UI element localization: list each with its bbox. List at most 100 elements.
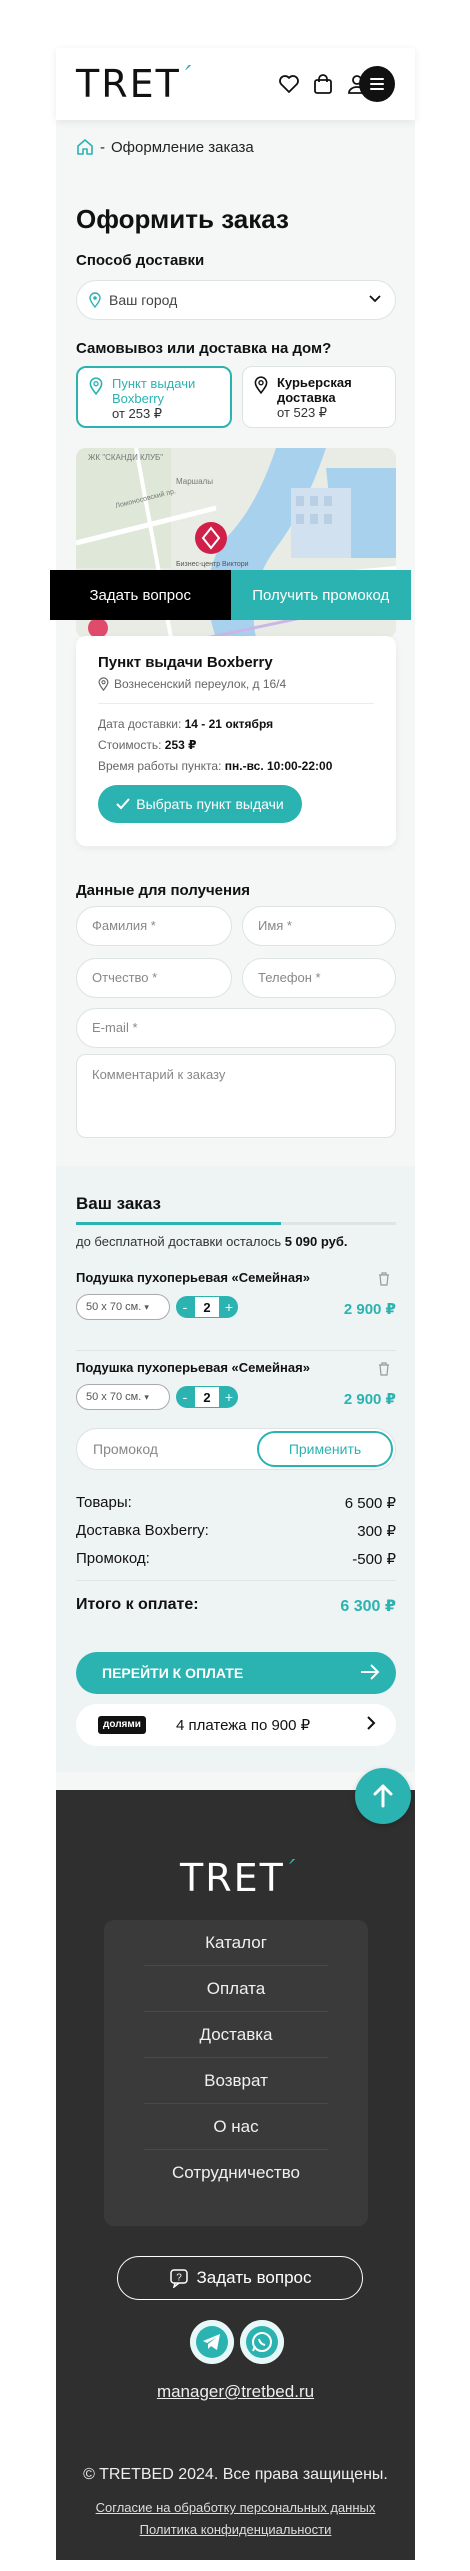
quantity-value[interactable]: 2 — [194, 1386, 220, 1408]
split-payment-option[interactable]: долями 4 платежа по 900 ₽ — [76, 1704, 396, 1746]
arrow-right-icon — [361, 1664, 380, 1680]
bag-icon[interactable] — [311, 72, 335, 96]
delivery-question: Самовывоз или доставка на дом? — [76, 340, 332, 357]
first-name-field[interactable]: Имя * — [242, 906, 396, 946]
chevron-right-icon — [367, 1716, 376, 1730]
menu-button[interactable] — [359, 66, 395, 102]
order-item: Подушка пухоперьевая «Семейная» 50 х 70 … — [76, 1270, 396, 1320]
option-price: от 253 ₽ — [112, 406, 163, 421]
location-pin-icon — [89, 377, 103, 395]
ask-question-button[interactable]: Задать вопрос — [50, 570, 231, 620]
chevron-down-icon — [369, 295, 381, 303]
promo-placeholder: Промокод — [93, 1441, 158, 1457]
logo[interactable]: TRET ′ — [76, 61, 195, 106]
increase-button[interactable]: + — [220, 1386, 238, 1408]
item-price: 2 900 ₽ — [343, 1301, 396, 1318]
footer-nav-returns[interactable]: Возврат — [144, 2058, 328, 2104]
order-title: Ваш заказ — [76, 1194, 161, 1213]
footer-nav-catalog[interactable]: Каталог — [144, 1920, 328, 1966]
home-icon[interactable] — [76, 138, 94, 156]
option-title: Пункт выдачи Boxberry — [112, 376, 196, 406]
get-promo-button[interactable]: Получить промокод — [230, 570, 411, 620]
page-title: Оформить заказ — [76, 204, 289, 234]
footer-nav-payment[interactable]: Оплата — [144, 1966, 328, 2012]
promo-code-field[interactable]: Промокод Применить — [76, 1428, 396, 1470]
question-icon: ? — [169, 2269, 188, 2288]
city-placeholder: Ваш город — [109, 292, 178, 308]
free-shipping-note: до бесплатной доставки осталось 5 090 ру… — [76, 1234, 348, 1249]
footer-nav-delivery[interactable]: Доставка — [144, 2012, 328, 2058]
telegram-icon[interactable] — [190, 2320, 234, 2364]
footer-nav: Каталог Оплата Доставка Возврат О нас Со… — [104, 1920, 368, 2226]
site-footer: TRET ′ Каталог Оплата Доставка Возврат О … — [56, 1790, 415, 2560]
recipient-title: Данные для получения — [76, 882, 251, 899]
consent-link[interactable]: Согласие на обработку персональных данны… — [56, 2500, 415, 2515]
copyright: © TRETBED 2024. Все права защищены. — [83, 2466, 388, 2483]
quantity-stepper[interactable]: - 2 + — [176, 1296, 238, 1318]
split-badge: долями — [98, 1716, 146, 1734]
phone-field[interactable]: Телефон * — [242, 958, 396, 998]
footer-ask-button[interactable]: ? Задать вопрос — [117, 2256, 363, 2300]
delivery-row: Доставка Boxberry: 300 ₽ — [76, 1522, 396, 1540]
site-header: TRET ′ — [56, 48, 415, 120]
option-title: Курьерская доставка — [277, 375, 352, 405]
select-pickup-button[interactable]: Выбрать пункт выдачи — [98, 785, 302, 823]
check-icon — [116, 798, 131, 810]
location-pin-icon — [254, 376, 268, 394]
pickup-cost: Стоимость: 253 ₽ — [98, 738, 197, 752]
decrease-button[interactable]: - — [176, 1296, 194, 1318]
breadcrumb-current: Оформление заказа — [111, 138, 254, 156]
map-label: ЖК "СКАНДИ КЛУБ" — [88, 453, 163, 462]
order-summary: Ваш заказ до бесплатной доставки осталос… — [56, 1166, 415, 1772]
increase-button[interactable]: + — [220, 1296, 238, 1318]
split-text: 4 платежа по 900 ₽ — [176, 1717, 311, 1734]
whatsapp-icon[interactable] — [240, 2320, 284, 2364]
location-pin-icon — [98, 677, 109, 691]
footer-nav-about[interactable]: О нас — [144, 2104, 328, 2150]
map-marker-icon[interactable] — [195, 522, 227, 554]
pickup-address: Вознесенский переулок, д 16/4 — [98, 677, 374, 691]
privacy-link[interactable]: Политика конфиденциальности — [56, 2522, 415, 2537]
svg-text:?: ? — [176, 2273, 182, 2284]
footer-nav-partnership[interactable]: Сотрудничество — [144, 2150, 328, 2196]
comment-field[interactable]: Комментарий к заказу — [76, 1054, 396, 1138]
size-select[interactable]: 50 х 70 см. ▾ — [76, 1384, 170, 1410]
pickup-date: Дата доставки: 14 - 21 октября — [98, 717, 274, 731]
item-price: 2 900 ₽ — [343, 1391, 396, 1408]
middle-name-field[interactable]: Отчество * — [76, 958, 232, 998]
pickup-hours: Время работы пункта: пн.-вс. 10:00-22:00 — [98, 759, 333, 773]
floating-action-bar: Задать вопрос Получить промокод — [50, 570, 411, 620]
footer-logo[interactable]: TRET ′ — [180, 1855, 299, 1900]
option-price: от 523 ₽ — [277, 405, 328, 420]
footer-email-link[interactable]: manager@tretbed.ru — [56, 2382, 415, 2402]
free-shipping-progress — [76, 1222, 396, 1225]
delivery-method-label: Способ доставки — [76, 252, 205, 269]
quantity-value[interactable]: 2 — [194, 1296, 220, 1318]
pay-button[interactable]: ПЕРЕЙТИ К ОПЛАТЕ — [76, 1652, 396, 1694]
apply-promo-button[interactable]: Применить — [257, 1431, 393, 1467]
location-pin-icon — [89, 292, 101, 308]
breadcrumb: - Оформление заказа — [76, 138, 254, 156]
delivery-option-courier[interactable]: Курьерская доставка от 523 ₽ — [242, 366, 396, 428]
pickup-card: Пункт выдачи Boxberry Вознесенский переу… — [76, 636, 396, 846]
order-item: Подушка пухоперьевая «Семейная» 50 х 70 … — [76, 1360, 396, 1410]
goods-row: Товары: 6 500 ₽ — [76, 1494, 396, 1512]
email-field[interactable]: E-mail * — [76, 1008, 396, 1048]
item-name: Подушка пухоперьевая «Семейная» — [76, 1270, 310, 1285]
decrease-button[interactable]: - — [176, 1386, 194, 1408]
city-select[interactable]: Ваш город — [76, 280, 396, 320]
map-label: Маршалы — [176, 477, 213, 486]
quantity-stepper[interactable]: - 2 + — [176, 1386, 238, 1408]
total-row: Итого к оплате: 6 300 ₽ — [76, 1596, 396, 1615]
promo-row: Промокод: -500 ₽ — [76, 1550, 396, 1568]
delivery-option-pickup[interactable]: Пункт выдачи Boxberry от 253 ₽ — [76, 366, 232, 428]
trash-icon[interactable] — [378, 1362, 390, 1376]
item-name: Подушка пухоперьевая «Семейная» — [76, 1360, 310, 1375]
trash-icon[interactable] — [378, 1272, 390, 1286]
scroll-top-button[interactable] — [355, 1768, 411, 1824]
last-name-field[interactable]: Фамилия * — [76, 906, 232, 946]
arrow-up-icon — [373, 1784, 393, 1808]
heart-icon[interactable] — [277, 72, 301, 96]
map-label: Бизнес-центр Виктори — [176, 561, 249, 568]
size-select[interactable]: 50 х 70 см. ▾ — [76, 1294, 170, 1320]
